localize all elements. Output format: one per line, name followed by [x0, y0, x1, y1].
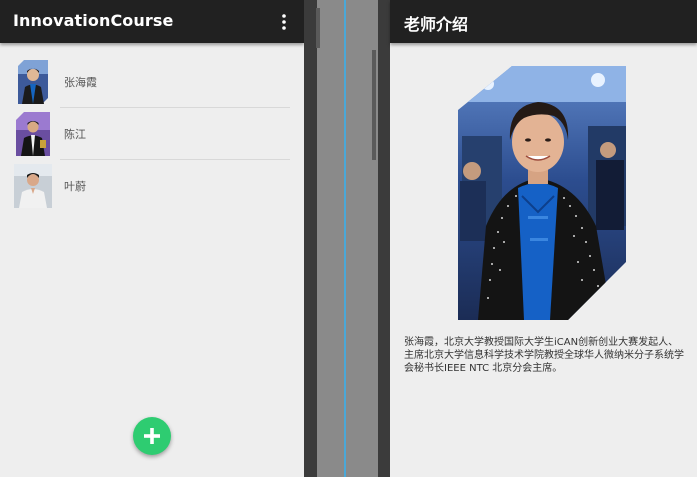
- teacher-name: 陈江: [64, 128, 86, 141]
- page-title: 老师介绍: [404, 15, 469, 34]
- scrollbar[interactable]: [316, 8, 320, 48]
- scrollbar[interactable]: [372, 50, 376, 160]
- teacher-list: 张海霞 陈江 叶蔚: [0, 56, 304, 212]
- teacher-detail-screen: 老师介绍 张海霞，北京大学教授国际大学生iCAN创新创业大赛发起人、主席北京大学…: [390, 0, 697, 477]
- screen-frame: [304, 0, 317, 477]
- split-panel-gutter: [317, 0, 344, 477]
- app-bar: 老师介绍: [390, 0, 697, 43]
- teacher-list-screen: InnovationCourse 张海霞 陈江 叶蔚: [0, 0, 304, 477]
- app-bar: InnovationCourse: [0, 0, 304, 43]
- screen-frame: [378, 0, 390, 477]
- list-item[interactable]: 陈江: [0, 108, 304, 160]
- more-vertical-icon[interactable]: [272, 10, 296, 34]
- teacher-avatar: [18, 60, 48, 104]
- list-item[interactable]: 叶蔚: [0, 160, 304, 212]
- app-title: InnovationCourse: [13, 11, 174, 30]
- teacher-avatar: [14, 164, 52, 208]
- teacher-name: 叶蔚: [64, 180, 86, 193]
- teacher-bio: 张海霞，北京大学教授国际大学生iCAN创新创业大赛发起人、主席北京大学信息科学技…: [404, 337, 684, 374]
- teacher-portrait: [458, 66, 626, 320]
- add-icon: [144, 428, 160, 444]
- teacher-name: 张海霞: [64, 76, 97, 89]
- teacher-avatar: [16, 112, 50, 156]
- list-item[interactable]: 张海霞: [0, 56, 304, 108]
- add-button[interactable]: [133, 417, 171, 455]
